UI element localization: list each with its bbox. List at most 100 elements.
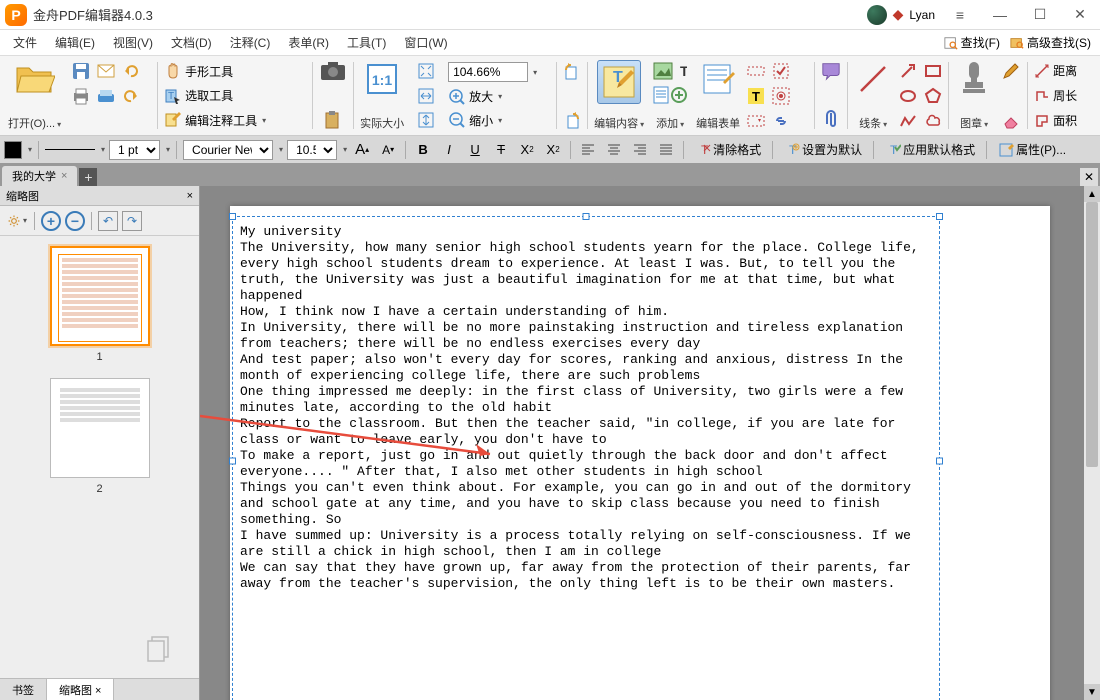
add-tab-button[interactable]: + [79, 168, 97, 186]
find-button[interactable]: 查找(F) [940, 32, 1004, 53]
bookmarks-tab[interactable]: 书签 [0, 679, 47, 700]
menu-form[interactable]: 表单(R) [280, 31, 337, 54]
close-tab-icon[interactable]: × [61, 170, 67, 182]
combo-icon[interactable] [745, 110, 767, 132]
link-tool-icon[interactable] [770, 110, 792, 132]
add-label[interactable]: 添加▾ [656, 115, 684, 131]
thumb-zoom-in-icon[interactable]: + [41, 211, 61, 231]
gear-icon[interactable]: ▾ [6, 210, 28, 232]
text-color-swatch[interactable] [4, 141, 22, 159]
fit-height-icon[interactable] [415, 109, 437, 131]
email-icon[interactable] [95, 60, 117, 82]
zoom-out-button[interactable]: 缩小▾ [448, 111, 502, 129]
hamburger-icon[interactable]: ≡ [945, 5, 975, 25]
thumbnail-page-1[interactable] [50, 246, 150, 346]
edit-content-icon[interactable]: T [597, 60, 641, 104]
strikethrough-icon[interactable]: T [490, 140, 512, 160]
increase-font-icon[interactable]: A▴ [351, 140, 373, 160]
edit-comment-tool-button[interactable]: 编辑注释工具▾ [164, 111, 266, 129]
text-tool-icon[interactable]: T [745, 85, 767, 107]
checkbox-icon[interactable] [770, 60, 792, 82]
close-tabbar-icon[interactable]: ✕ [1080, 168, 1098, 186]
apply-default-button[interactable]: T应用默认格式 [880, 139, 980, 160]
italic-icon[interactable]: I [438, 140, 460, 160]
vertical-scrollbar[interactable]: ▲ ▼ [1084, 186, 1100, 700]
resize-handle[interactable] [936, 213, 943, 220]
bold-icon[interactable]: B [412, 140, 434, 160]
rect-icon[interactable] [922, 60, 944, 82]
resize-handle[interactable] [583, 213, 590, 220]
menu-tools[interactable]: 工具(T) [339, 31, 394, 54]
edit-content-label[interactable]: 编辑内容▾ [594, 115, 644, 131]
fit-width-icon[interactable] [415, 85, 437, 107]
clipboard-icon[interactable] [322, 109, 344, 131]
subscript-icon[interactable]: X2 [516, 140, 538, 160]
scroll-thumb[interactable] [1086, 202, 1098, 467]
maximize-button[interactable]: ☐ [1025, 5, 1055, 25]
resize-handle[interactable] [229, 458, 236, 465]
line-width-select[interactable]: 1 pt [109, 140, 160, 160]
line-icon[interactable] [854, 60, 892, 98]
cloud-icon[interactable] [922, 110, 944, 132]
line-style-preview[interactable] [45, 149, 95, 150]
page-viewport[interactable]: My university The University, how many s… [200, 186, 1084, 700]
camera-icon[interactable] [319, 60, 347, 82]
thumb-rotate-cw-icon[interactable]: ↷ [122, 211, 142, 231]
save-icon[interactable] [70, 60, 92, 82]
align-right-icon[interactable] [629, 140, 651, 160]
align-center-icon[interactable] [603, 140, 625, 160]
menu-edit[interactable]: 编辑(E) [47, 31, 103, 54]
decrease-font-icon[interactable]: A▾ [377, 140, 399, 160]
eraser-icon[interactable] [1000, 109, 1022, 131]
resize-handle[interactable] [936, 458, 943, 465]
scroll-down-icon[interactable]: ▼ [1084, 684, 1100, 700]
edit-form-icon[interactable] [699, 60, 737, 98]
sticky-note-icon[interactable] [820, 60, 842, 82]
scan-icon[interactable] [95, 85, 117, 107]
polyline-icon[interactable] [897, 110, 919, 132]
actual-size-icon[interactable]: 1:1 [363, 60, 401, 98]
line-label[interactable]: 线条▾ [859, 115, 887, 131]
scroll-track[interactable] [1084, 202, 1100, 684]
close-thumbnail-icon[interactable]: × [187, 190, 193, 202]
advanced-find-button[interactable]: 高级查找(S) [1006, 32, 1095, 53]
distance-button[interactable]: 距离 [1034, 62, 1077, 79]
menu-document[interactable]: 文档(D) [163, 31, 220, 54]
document-text[interactable]: My university The University, how many s… [240, 224, 930, 592]
zoom-in-button[interactable]: 放大▾ [448, 88, 502, 106]
font-size-select[interactable]: 10.5 p [287, 140, 337, 160]
menu-file[interactable]: 文件 [5, 31, 45, 54]
document-tab[interactable]: 我的大学 × [2, 166, 77, 186]
stamp-label[interactable]: 图章▾ [960, 115, 988, 131]
thumbnail-item[interactable]: 2 [10, 378, 189, 495]
rotate-right-icon[interactable] [561, 109, 583, 131]
stamp-icon[interactable] [955, 60, 993, 98]
area-button[interactable]: 面积 [1034, 112, 1077, 129]
pdf-page[interactable]: My university The University, how many s… [230, 206, 1050, 700]
avatar[interactable] [867, 5, 887, 25]
open-folder-icon[interactable] [15, 60, 55, 96]
radio-icon[interactable] [770, 85, 792, 107]
pencil-icon[interactable] [1000, 60, 1022, 82]
undo-icon[interactable] [120, 60, 142, 82]
thumb-rotate-ccw-icon[interactable]: ↶ [98, 211, 118, 231]
add-image-icon[interactable]: T [652, 60, 688, 82]
hand-tool-button[interactable]: 手形工具 [164, 62, 233, 80]
menu-view[interactable]: 视图(V) [105, 31, 161, 54]
fit-page-icon[interactable] [415, 60, 437, 82]
thumbnail-page-2[interactable] [50, 378, 150, 478]
set-default-button[interactable]: T设置为默认 [779, 139, 867, 160]
properties-button[interactable]: 属性(P)... [993, 139, 1071, 160]
redo-icon[interactable] [120, 85, 142, 107]
rotate-left-icon[interactable] [561, 60, 583, 82]
minimize-button[interactable]: — [985, 5, 1015, 25]
select-tool-button[interactable]: T选取工具 [164, 87, 233, 105]
arrow-icon[interactable] [897, 60, 919, 82]
print-icon[interactable] [70, 85, 92, 107]
menu-window[interactable]: 窗口(W) [396, 31, 455, 54]
zoom-input[interactable] [448, 62, 528, 82]
align-justify-icon[interactable] [655, 140, 677, 160]
clear-format-button[interactable]: T清除格式 [690, 139, 766, 160]
thumb-zoom-out-icon[interactable]: − [65, 211, 85, 231]
thumbnails-tab[interactable]: 缩略图 × [47, 679, 114, 700]
